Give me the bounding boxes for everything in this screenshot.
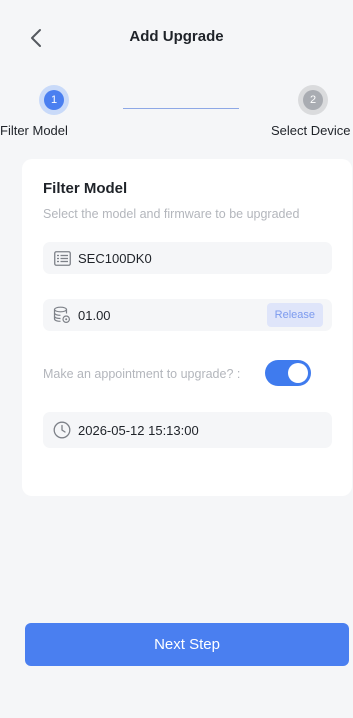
firmware-value: 01.00	[78, 307, 111, 323]
header-bar: Add Upgrade	[0, 0, 353, 66]
step-2-label: Select Device	[271, 123, 351, 138]
model-value: SEC100DK0	[78, 250, 152, 266]
firmware-select-field[interactable]: 01.00 Release	[43, 299, 332, 331]
database-gear-icon	[53, 306, 71, 324]
toggle-knob	[288, 363, 308, 383]
step-connector	[123, 108, 239, 109]
filter-model-card: Filter Model Select the model and firmwa…	[22, 159, 352, 496]
step-1-dot: 1	[44, 90, 64, 110]
list-icon	[53, 249, 71, 267]
appointment-toggle[interactable]	[265, 360, 311, 386]
appointment-label: Make an appointment to upgrade? :	[43, 367, 241, 381]
clock-icon	[53, 421, 71, 439]
page-title: Add Upgrade	[129, 28, 224, 45]
release-tag: Release	[266, 303, 323, 327]
model-select-field[interactable]: SEC100DK0	[43, 242, 332, 274]
step-2-dot: 2	[303, 90, 323, 110]
step-indicator: 1 2 Filter Model Select Device	[0, 80, 353, 140]
step-1-label: Filter Model	[0, 123, 68, 138]
next-step-button[interactable]: Next Step	[25, 623, 349, 666]
schedule-value: 2026-05-12 15:13:00	[78, 422, 199, 438]
schedule-time-field[interactable]: 2026-05-12 15:13:00	[43, 412, 332, 448]
card-subtitle: Select the model and firmware to be upgr…	[43, 207, 300, 221]
card-title: Filter Model	[43, 180, 128, 197]
